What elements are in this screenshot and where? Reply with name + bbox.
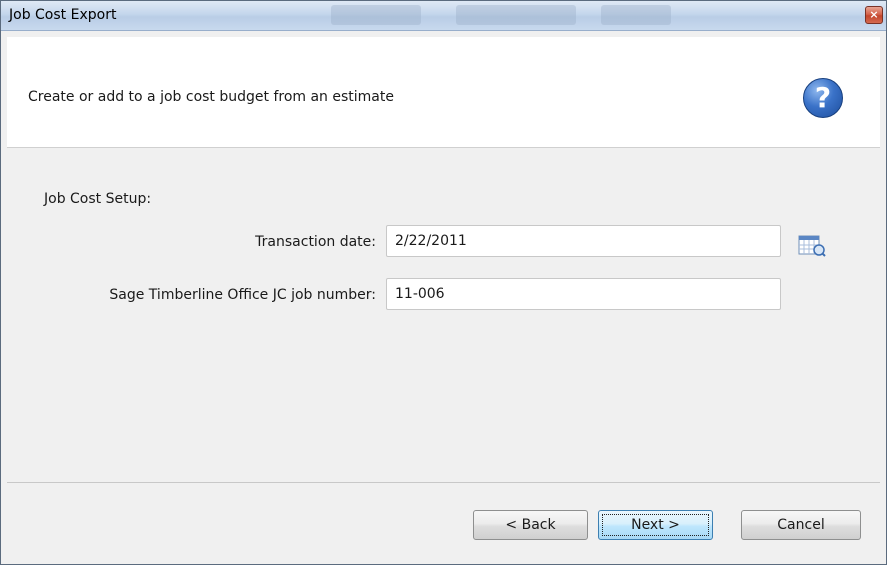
job-number-input[interactable]	[386, 278, 781, 310]
page-heading: Create or add to a job cost budget from …	[28, 89, 394, 105]
title-bar[interactable]: Job Cost Export ×	[1, 1, 886, 31]
help-icon[interactable]: ?	[803, 78, 843, 118]
job-number-label: Sage Timberline Office JC job number:	[109, 287, 376, 303]
close-button[interactable]: ×	[865, 6, 883, 24]
titlebar-background-blur	[331, 5, 421, 25]
calendar-icon[interactable]	[798, 233, 826, 257]
footer-divider	[7, 482, 880, 483]
window-title: Job Cost Export	[9, 7, 117, 23]
section-label-job-cost-setup: Job Cost Setup:	[44, 191, 152, 207]
focus-ring	[602, 514, 709, 536]
back-button[interactable]: < Back	[473, 510, 588, 540]
close-icon: ×	[869, 8, 879, 21]
help-glyph: ?	[814, 81, 832, 114]
titlebar-background-blur	[601, 5, 671, 25]
header-panel: Create or add to a job cost budget from …	[7, 37, 880, 148]
cancel-button[interactable]: Cancel	[741, 510, 861, 540]
next-button[interactable]: Next >	[598, 510, 713, 540]
titlebar-background-blur	[456, 5, 576, 25]
job-cost-export-window: Job Cost Export × Create or add to a job…	[0, 0, 887, 565]
transaction-date-label: Transaction date:	[255, 234, 376, 250]
transaction-date-input[interactable]	[386, 225, 781, 257]
